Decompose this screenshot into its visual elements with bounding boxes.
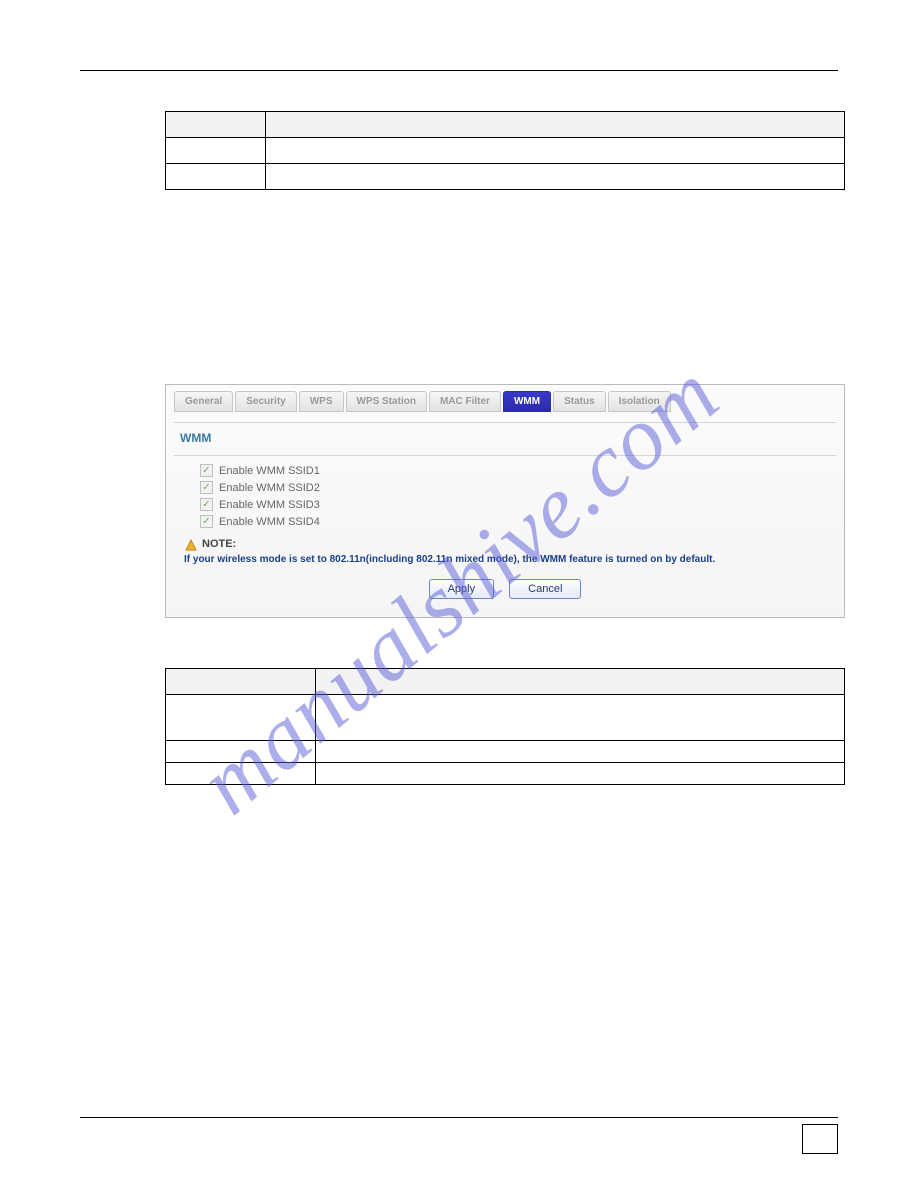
checkbox-row-ssid4: ✓ Enable WMM SSID4 bbox=[200, 515, 836, 528]
divider bbox=[174, 455, 836, 456]
table-row bbox=[166, 695, 845, 741]
checkbox-row-ssid3: ✓ Enable WMM SSID3 bbox=[200, 498, 836, 511]
tabs-bar: General Security WPS WPS Station MAC Fil… bbox=[174, 391, 836, 412]
button-row: Apply Cancel bbox=[174, 579, 836, 599]
table-row bbox=[166, 741, 845, 763]
tab-security[interactable]: Security bbox=[235, 391, 296, 412]
table2-header-c2 bbox=[316, 669, 845, 695]
table1-r0-c1 bbox=[166, 138, 266, 164]
tab-wps-station[interactable]: WPS Station bbox=[346, 391, 427, 412]
table2-r1-c2 bbox=[316, 741, 845, 763]
table1-header-c1 bbox=[166, 112, 266, 138]
checkbox-ssid1[interactable]: ✓ bbox=[200, 464, 213, 477]
checkbox-label: Enable WMM SSID4 bbox=[219, 516, 320, 528]
router-panel: General Security WPS WPS Station MAC Fil… bbox=[165, 384, 845, 618]
checkbox-ssid2[interactable]: ✓ bbox=[200, 481, 213, 494]
table-row bbox=[166, 164, 845, 190]
table1-header-c2 bbox=[266, 112, 845, 138]
checkbox-ssid3[interactable]: ✓ bbox=[200, 498, 213, 511]
checkbox-label: Enable WMM SSID1 bbox=[219, 465, 320, 477]
note-label: NOTE: bbox=[202, 538, 236, 550]
checkbox-label: Enable WMM SSID2 bbox=[219, 482, 320, 494]
tab-wps[interactable]: WPS bbox=[299, 391, 344, 412]
note-icon bbox=[184, 538, 198, 552]
cancel-button[interactable]: Cancel bbox=[509, 579, 581, 599]
note-row: NOTE: bbox=[184, 538, 836, 552]
page-number-box bbox=[802, 1124, 838, 1154]
table1-r1-c1 bbox=[166, 164, 266, 190]
table2-header-c1 bbox=[166, 669, 316, 695]
note-text: If your wireless mode is set to 802.11n(… bbox=[184, 554, 836, 565]
tab-isolation[interactable]: Isolation bbox=[608, 391, 671, 412]
table2-r1-c1 bbox=[166, 741, 316, 763]
divider bbox=[174, 422, 836, 423]
tab-general[interactable]: General bbox=[174, 391, 233, 412]
checkbox-row-ssid1: ✓ Enable WMM SSID1 bbox=[200, 464, 836, 477]
table1-r0-c2 bbox=[266, 138, 845, 164]
checkbox-label: Enable WMM SSID3 bbox=[219, 499, 320, 511]
table1-r1-c2 bbox=[266, 164, 845, 190]
footer-rule bbox=[80, 1117, 838, 1118]
apply-button[interactable]: Apply bbox=[429, 579, 495, 599]
table2-r0-c1 bbox=[166, 695, 316, 741]
tab-mac-filter[interactable]: MAC Filter bbox=[429, 391, 501, 412]
table2-r2-c2 bbox=[316, 763, 845, 785]
checkbox-ssid4[interactable]: ✓ bbox=[200, 515, 213, 528]
header-rule bbox=[80, 70, 838, 71]
doc-table-1 bbox=[165, 111, 845, 190]
section-title-wmm: WMM bbox=[180, 431, 836, 445]
table-row bbox=[166, 138, 845, 164]
table2-r2-c1 bbox=[166, 763, 316, 785]
tab-status[interactable]: Status bbox=[553, 391, 606, 412]
tab-wmm[interactable]: WMM bbox=[503, 391, 551, 412]
table-row bbox=[166, 763, 845, 785]
doc-table-2 bbox=[165, 668, 845, 785]
checkbox-row-ssid2: ✓ Enable WMM SSID2 bbox=[200, 481, 836, 494]
table2-r0-c2 bbox=[316, 695, 845, 741]
